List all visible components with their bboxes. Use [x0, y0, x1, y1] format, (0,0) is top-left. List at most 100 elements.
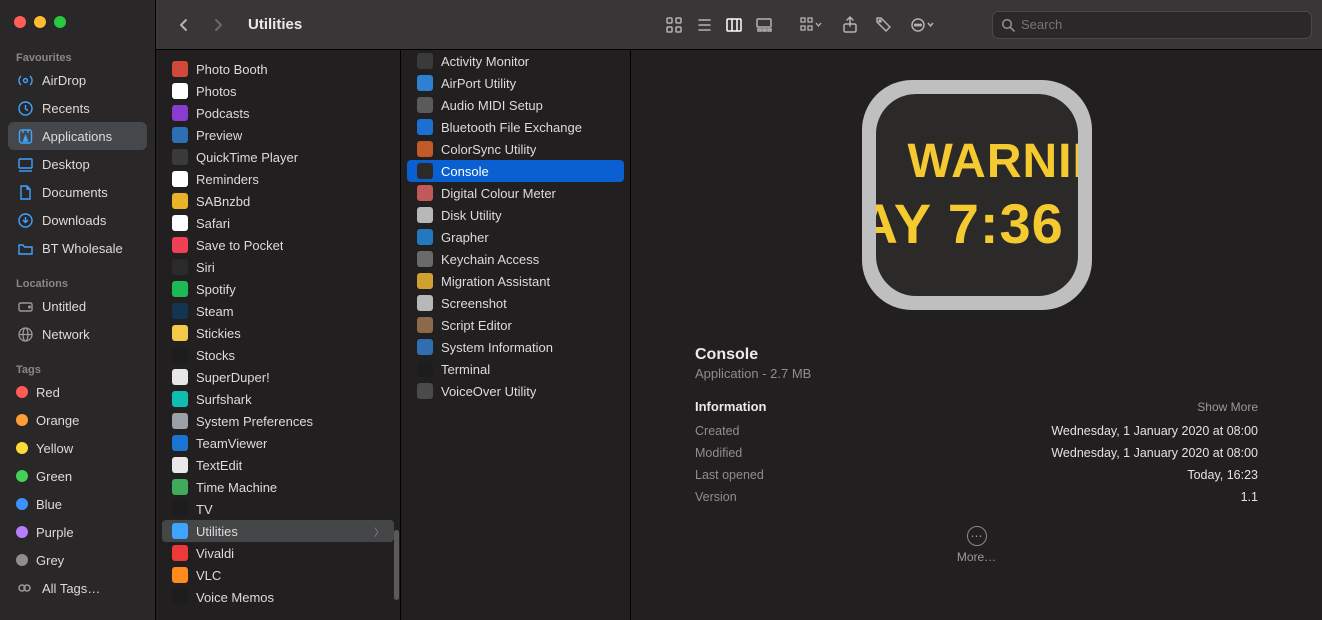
share-button[interactable]	[836, 11, 864, 39]
sidebar-tag-orange[interactable]: Orange	[8, 406, 147, 434]
sidebar-tag-grey[interactable]: Grey	[8, 546, 147, 574]
ellipsis-icon: ⋯	[967, 526, 987, 546]
list-item[interactable]: Photo Booth	[162, 58, 394, 80]
list-item[interactable]: Console	[407, 160, 624, 182]
list-item[interactable]: Activity Monitor	[407, 50, 624, 72]
sidebar-item-all-tags[interactable]: All Tags…	[8, 574, 147, 602]
sidebar-tag-blue[interactable]: Blue	[8, 490, 147, 518]
list-item[interactable]: Time Machine	[162, 476, 394, 498]
list-item[interactable]: QuickTime Player	[162, 146, 394, 168]
preview-title: Console	[695, 346, 1258, 364]
list-item[interactable]: Save to Pocket	[162, 234, 394, 256]
list-item[interactable]: VLC	[162, 564, 394, 586]
list-item[interactable]: SuperDuper!	[162, 366, 394, 388]
list-item[interactable]: Stocks	[162, 344, 394, 366]
item-label: VoiceOver Utility	[441, 384, 536, 399]
action-menu-button[interactable]	[904, 11, 940, 39]
window-title: Utilities	[248, 16, 302, 33]
list-item[interactable]: TeamViewer	[162, 432, 394, 454]
sidebar-item-label: Recents	[42, 101, 90, 116]
view-columns-button[interactable]	[720, 11, 748, 39]
more-actions-button[interactable]: ⋯ More…	[695, 526, 1258, 564]
column-utilities[interactable]: Activity Monitor AirPort Utility Audio MID…	[401, 50, 631, 620]
sidebar-item-bt-wholesale[interactable]: BT Wholesale	[8, 234, 147, 262]
tags-button[interactable]	[870, 11, 898, 39]
list-item[interactable]: Vivaldi	[162, 542, 394, 564]
list-item[interactable]: Podcasts	[162, 102, 394, 124]
zoom-window-button[interactable]	[54, 16, 66, 28]
sidebar-item-documents[interactable]: Documents	[8, 178, 147, 206]
app-icon	[417, 53, 433, 69]
list-item[interactable]: Migration Assistant	[407, 270, 624, 292]
forward-button[interactable]	[204, 11, 232, 39]
list-item[interactable]: AirPort Utility	[407, 72, 624, 94]
list-item[interactable]: Terminal	[407, 358, 624, 380]
list-item[interactable]: Spotify	[162, 278, 394, 300]
app-icon	[172, 523, 188, 539]
list-item[interactable]: Reminders	[162, 168, 394, 190]
sidebar-item-label: Applications	[42, 129, 112, 144]
list-item[interactable]: Bluetooth File Exchange	[407, 116, 624, 138]
list-item[interactable]: SABnzbd	[162, 190, 394, 212]
list-item[interactable]: System Information	[407, 336, 624, 358]
list-item[interactable]: Utilities〉	[162, 520, 394, 542]
close-window-button[interactable]	[14, 16, 26, 28]
sidebar-item-untitled[interactable]: Untitled	[8, 292, 147, 320]
sidebar-tag-green[interactable]: Green	[8, 462, 147, 490]
sidebar-tag-red[interactable]: Red	[8, 378, 147, 406]
list-item[interactable]: Digital Colour Meter	[407, 182, 624, 204]
list-item[interactable]: Audio MIDI Setup	[407, 94, 624, 116]
item-label: Reminders	[196, 172, 259, 187]
sidebar-item-applications[interactable]: Applications	[8, 122, 147, 150]
list-item[interactable]: Photos	[162, 80, 394, 102]
list-item[interactable]: Disk Utility	[407, 204, 624, 226]
item-label: Migration Assistant	[441, 274, 550, 289]
sidebar: Favourites AirDropRecentsApplicationsDes…	[0, 0, 156, 620]
app-icon	[417, 75, 433, 91]
minimize-window-button[interactable]	[34, 16, 46, 28]
sidebar-tag-yellow[interactable]: Yellow	[8, 434, 147, 462]
list-item[interactable]: Siri	[162, 256, 394, 278]
item-label: AirPort Utility	[441, 76, 516, 91]
back-button[interactable]	[170, 11, 198, 39]
search-input[interactable]	[1021, 17, 1303, 32]
sidebar-item-recents[interactable]: Recents	[8, 94, 147, 122]
column-applications[interactable]: Photo BoothPhotosPodcastsPreviewQuickTim…	[156, 50, 401, 620]
chevron-right-icon: 〉	[374, 524, 384, 539]
show-more-button[interactable]: Show More	[1197, 400, 1258, 414]
sidebar-item-label: All Tags…	[42, 581, 100, 596]
list-item[interactable]: Safari	[162, 212, 394, 234]
list-item[interactable]: VoiceOver Utility	[407, 380, 624, 402]
view-list-button[interactable]	[690, 11, 718, 39]
list-item[interactable]: System Preferences	[162, 410, 394, 432]
sidebar-item-desktop[interactable]: Desktop	[8, 150, 147, 178]
list-item[interactable]: Script Editor	[407, 314, 624, 336]
app-icon	[172, 215, 188, 231]
group-by-button[interactable]	[792, 11, 830, 39]
list-item[interactable]: Steam	[162, 300, 394, 322]
list-item[interactable]: Preview	[162, 124, 394, 146]
list-item[interactable]: TV	[162, 498, 394, 520]
list-item[interactable]: Screenshot	[407, 292, 624, 314]
icon-text-line2: AY 7:36	[876, 196, 1078, 252]
scrollbar-thumb[interactable]	[394, 530, 399, 600]
list-item[interactable]: Grapher	[407, 226, 624, 248]
list-item[interactable]: Stickies	[162, 322, 394, 344]
view-gallery-button[interactable]	[750, 11, 778, 39]
sidebar-item-network[interactable]: Network	[8, 320, 147, 348]
list-item[interactable]: Keychain Access	[407, 248, 624, 270]
list-item[interactable]	[162, 50, 394, 58]
list-item[interactable]: Voice Memos	[162, 586, 394, 608]
list-item[interactable]: ColorSync Utility	[407, 138, 624, 160]
sidebar-tag-purple[interactable]: Purple	[8, 518, 147, 546]
sidebar-item-airdrop[interactable]: AirDrop	[8, 66, 147, 94]
search-field[interactable]	[992, 11, 1312, 39]
item-label: System Preferences	[196, 414, 313, 429]
view-icon-button[interactable]	[660, 11, 688, 39]
app-icon	[417, 317, 433, 333]
item-label: System Information	[441, 340, 553, 355]
list-item[interactable]: Surfshark	[162, 388, 394, 410]
item-label: TeamViewer	[196, 436, 267, 451]
list-item[interactable]: TextEdit	[162, 454, 394, 476]
sidebar-item-downloads[interactable]: Downloads	[8, 206, 147, 234]
